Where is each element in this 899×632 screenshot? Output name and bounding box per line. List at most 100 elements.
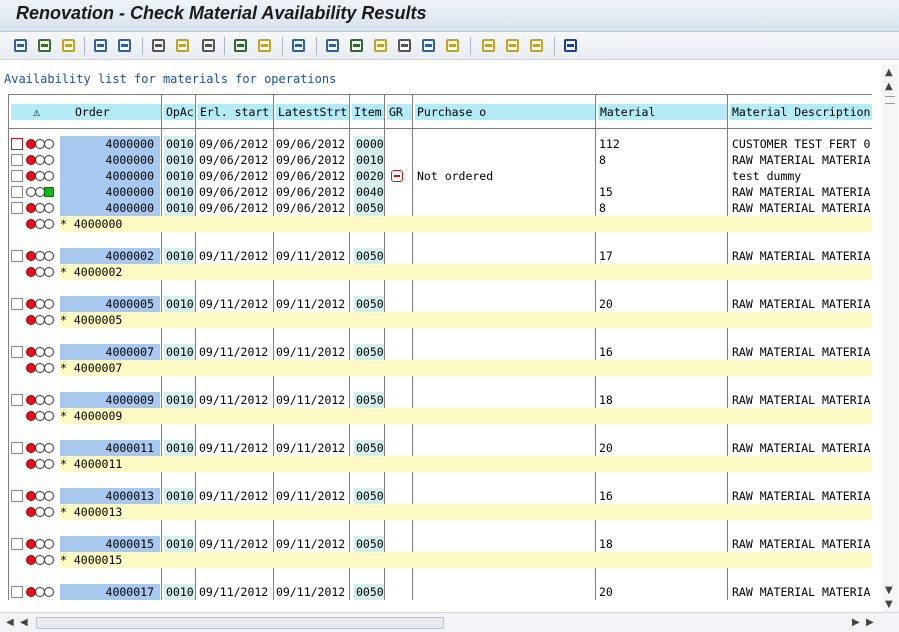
graphic-icon[interactable] [444, 37, 461, 54]
table-row[interactable]: 4000000 0010 09/06/2012 09/06/2012 0000 112 CU… [9, 136, 872, 152]
table-row[interactable]: 4000017 0010 09/11/2012 09/11/2012 0050 20 RAW… [9, 584, 872, 600]
row-select-checkbox[interactable] [11, 202, 23, 214]
header-col-status-order[interactable]: ⚠ Order [9, 95, 162, 129]
order-cell[interactable]: 4000015 [60, 536, 160, 552]
vertical-scrollbar[interactable]: ▲ ▲ ▼ ▼ [882, 64, 898, 612]
table-row[interactable]: 4000005 0010 09/11/2012 09/11/2012 0050 20 RAW… [9, 296, 872, 312]
subtotal-row[interactable]: * 4000002 [9, 264, 872, 280]
grid-icon[interactable] [480, 37, 497, 54]
doc-icon[interactable] [92, 37, 109, 54]
grid-rows-icon[interactable] [528, 37, 545, 54]
table-row[interactable]: 4000000 0010 09/06/2012 09/06/2012 0020 Not o… [9, 168, 872, 184]
subtotal-row[interactable]: * 4000015 [9, 552, 872, 568]
row-select-checkbox[interactable] [11, 170, 23, 182]
sum-icon[interactable] [232, 37, 249, 54]
details-icon[interactable] [12, 37, 29, 54]
subtotal-row[interactable]: * 4000005 [9, 312, 872, 328]
header-col-gr[interactable]: GR [385, 95, 413, 129]
purchase-order-cell [417, 136, 595, 152]
scroll-up-icon[interactable]: ▲ [885, 68, 893, 78]
mail-icon[interactable] [420, 37, 437, 54]
row-select-checkbox[interactable] [11, 538, 23, 550]
page-down-icon[interactable]: ▼ [885, 586, 893, 596]
header-col-material-description[interactable]: Material Description [728, 95, 872, 129]
info-icon[interactable] [562, 37, 579, 54]
hierarchy-icon[interactable] [36, 37, 53, 54]
filter-clear-icon[interactable] [200, 37, 217, 54]
order-cell[interactable]: 4000000 [60, 168, 160, 184]
row-select-checkbox[interactable] [11, 586, 23, 598]
header-col-latest-start[interactable]: LatestStrt [274, 95, 350, 129]
scroll-right-icon[interactable]: ▶ [866, 618, 874, 628]
layout-icon[interactable] [60, 37, 77, 54]
subtotal-icon[interactable] [256, 37, 273, 54]
header-col-erl-start[interactable]: Erl. start [196, 95, 274, 129]
row-select-checkbox[interactable] [11, 346, 23, 358]
order-cell[interactable]: 4000000 [60, 136, 160, 152]
empty-light-icon [44, 299, 54, 309]
row-select-checkbox[interactable] [11, 154, 23, 166]
page-up-icon[interactable]: ▲ [885, 82, 893, 92]
table-row[interactable]: 4000000 0010 09/06/2012 09/06/2012 0050 8 RAW … [9, 200, 872, 216]
download-icon[interactable] [348, 37, 365, 54]
material-description-cell: RAW MATERIAL MATERIA [732, 201, 871, 215]
order-cell[interactable]: 4000000 [60, 152, 160, 168]
erl-start-cell: 09/11/2012 [199, 345, 269, 359]
order-cell[interactable]: 4000005 [60, 296, 160, 312]
empty-light-icon [44, 587, 54, 597]
row-select-checkbox[interactable] [11, 298, 23, 310]
filter-icon[interactable] [174, 37, 191, 54]
order-cell[interactable]: 4000013 [60, 488, 160, 504]
table-row[interactable]: 4000007 0010 09/11/2012 09/11/2012 0050 16 RAW… [9, 344, 872, 360]
page-right-icon[interactable]: ▶ [852, 618, 860, 628]
subtotal-row[interactable]: * 4000000 [9, 216, 872, 232]
order-cell[interactable]: 4000002 [60, 248, 160, 264]
grid-cols-icon[interactable] [504, 37, 521, 54]
local-file-icon[interactable] [372, 37, 389, 54]
order-cell[interactable]: 4000007 [60, 344, 160, 360]
row-select-checkbox[interactable] [11, 394, 23, 406]
horizontal-thumb[interactable] [36, 617, 444, 629]
order-cell[interactable]: 4000011 [60, 440, 160, 456]
header-order-label: Order [75, 105, 110, 119]
subtotal-row[interactable]: * 4000013 [9, 504, 872, 520]
order-cell[interactable]: 4000000 [60, 200, 160, 216]
order-cell[interactable]: 4000017 [60, 584, 160, 600]
change-layout-icon[interactable] [396, 37, 413, 54]
row-select-checkbox[interactable] [11, 250, 23, 262]
page-left-icon[interactable]: ◀ [20, 618, 28, 628]
table-row[interactable]: 4000002 0010 09/11/2012 09/11/2012 0050 17 RAW… [9, 248, 872, 264]
order-cell[interactable]: 4000000 [60, 184, 160, 200]
row-select-checkbox[interactable] [11, 490, 23, 502]
header-col-purchase-order[interactable]: Purchase o [413, 95, 596, 129]
item-cell: 0050 [354, 200, 384, 216]
row-select-checkbox[interactable] [11, 442, 23, 454]
table-row[interactable]: 4000000 0010 09/06/2012 09/06/2012 0010 8 RAW … [9, 152, 872, 168]
header-col-item[interactable]: Item [350, 95, 385, 129]
table-row[interactable]: 4000011 0010 09/11/2012 09/11/2012 0050 20 RAW… [9, 440, 872, 456]
print-icon[interactable] [150, 37, 167, 54]
application-toolbar [0, 32, 899, 60]
latest-start-cell: 09/11/2012 [276, 249, 346, 263]
spreadsheet-icon[interactable] [324, 37, 341, 54]
scroll-left-icon[interactable]: ◀ [6, 618, 14, 628]
row-select-checkbox[interactable] [11, 186, 23, 198]
table-row[interactable]: 4000009 0010 09/11/2012 09/11/2012 0050 18 RAW… [9, 392, 872, 408]
header-col-material[interactable]: Material [596, 95, 728, 129]
header-col-opac[interactable]: OpAc [162, 95, 196, 129]
subtotal-row[interactable]: * 4000011 [9, 456, 872, 472]
table-row[interactable]: 4000000 0010 09/06/2012 09/06/2012 0040 15 RAW… [9, 184, 872, 200]
export-icon[interactable] [290, 37, 307, 54]
table-row[interactable]: 4000013 0010 09/11/2012 09/11/2012 0050 16 RAW… [9, 488, 872, 504]
doc-edit-icon[interactable] [116, 37, 133, 54]
subtotal-row[interactable]: * 4000009 [9, 408, 872, 424]
scroll-thumb[interactable] [885, 96, 895, 104]
scroll-down-icon[interactable]: ▼ [885, 600, 893, 610]
material-description-cell: RAW MATERIAL MATERIA [732, 393, 871, 407]
latest-start-cell: 09/11/2012 [276, 393, 346, 407]
horizontal-scrollbar[interactable]: ◀ ◀ ▶ ▶ [0, 612, 899, 632]
subtotal-row[interactable]: * 4000007 [9, 360, 872, 376]
order-cell[interactable]: 4000009 [60, 392, 160, 408]
table-row[interactable]: 4000015 0010 09/11/2012 09/11/2012 0050 18 RAW… [9, 536, 872, 552]
row-select-checkbox[interactable] [11, 138, 23, 150]
